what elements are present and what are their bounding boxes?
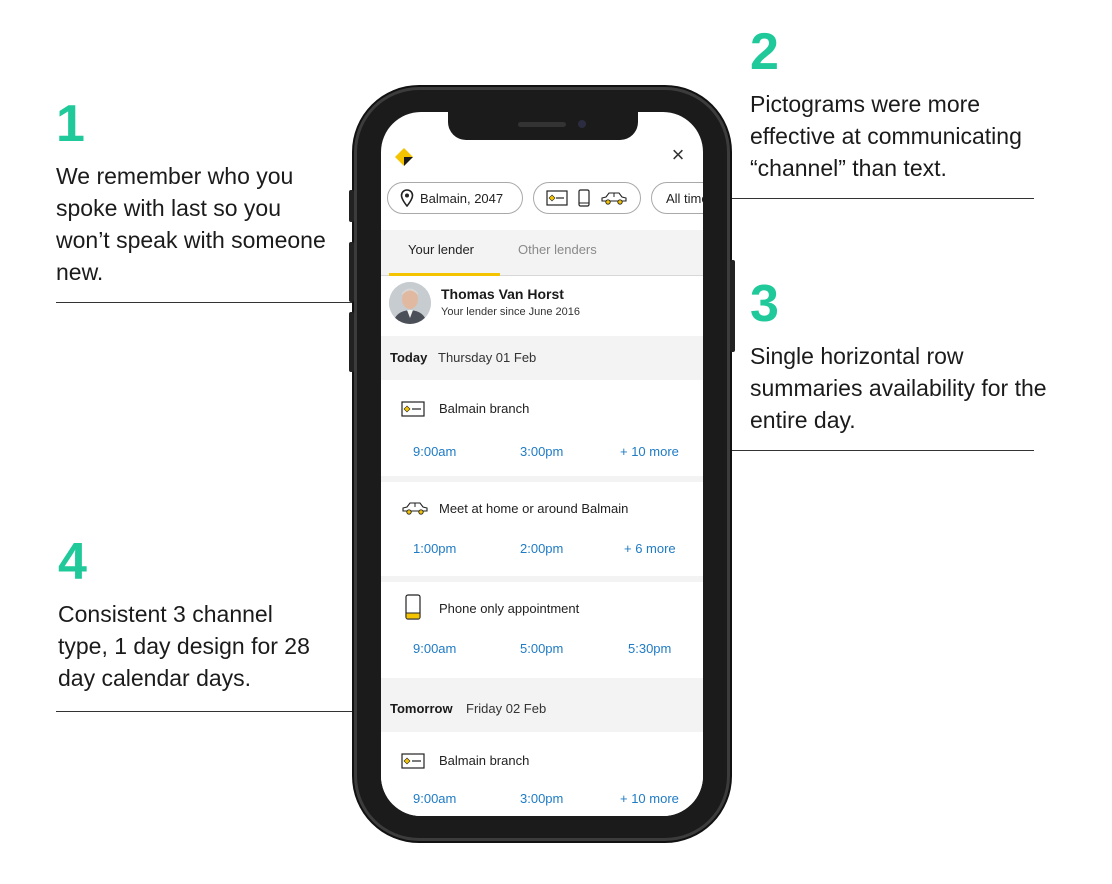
- time-slot[interactable]: 3:00pm: [520, 444, 563, 459]
- lender-info: Thomas Van Horst Your lender since June …: [381, 278, 703, 334]
- app-screen: × Balmain, 2047 All tim Your lender Othe…: [381, 112, 703, 816]
- power-button: [730, 260, 735, 352]
- time-slot[interactable]: 3:00pm: [520, 791, 563, 806]
- more-slots-link[interactable]: + 10 more: [620, 791, 679, 806]
- lender-name: Thomas Van Horst: [441, 286, 564, 302]
- phone-icon: [578, 189, 590, 207]
- filter-bar: Balmain, 2047 All tim: [387, 182, 703, 216]
- day-header-today: Today Thursday 01 Feb: [381, 336, 703, 380]
- card-title: Meet at home or around Balmain: [439, 501, 629, 516]
- annotation-leader-line: [56, 711, 384, 712]
- annotation-leader-line: [56, 302, 359, 303]
- channel-card-branch[interactable]: Balmain branch 9:00am 3:00pm + 10 more: [381, 380, 703, 476]
- brand-logo-icon: [395, 148, 413, 166]
- tab-other-lenders[interactable]: Other lenders: [518, 242, 597, 257]
- annotation-4: 4 Consistent 3 channel type, 1 day desig…: [58, 536, 318, 694]
- close-icon[interactable]: ×: [667, 144, 689, 166]
- card-title: Balmain branch: [439, 753, 530, 768]
- time-slot[interactable]: 9:00am: [413, 791, 456, 806]
- mute-switch: [349, 190, 354, 222]
- phone-frame: × Balmain, 2047 All tim Your lender Othe…: [349, 90, 735, 838]
- annotation-number: 4: [58, 533, 87, 591]
- time-slot[interactable]: 5:00pm: [520, 641, 563, 656]
- lender-since: Your lender since June 2016: [441, 306, 581, 318]
- channel-card-branch[interactable]: Balmain branch 9:00am 3:00pm + 10 more: [381, 732, 703, 816]
- car-icon: [601, 192, 627, 205]
- day-date: Friday 02 Feb: [466, 701, 547, 716]
- tab-your-lender[interactable]: Your lender: [408, 242, 474, 257]
- volume-up-button: [349, 242, 354, 302]
- annotation-1: 1 We remember who you spoke with last so…: [56, 98, 326, 288]
- annotation-text: We remember who you spoke with last so y…: [56, 163, 326, 285]
- channel-card-phone[interactable]: Phone only appointment 9:00am 5:00pm 5:3…: [381, 582, 703, 678]
- card-title: Phone only appointment: [439, 601, 580, 616]
- channel-card-home-visit[interactable]: Meet at home or around Balmain 1:00pm 2:…: [381, 482, 703, 576]
- day-header-tomorrow: Tomorrow Friday 02 Feb: [381, 678, 703, 732]
- time-slot[interactable]: 1:00pm: [413, 541, 456, 556]
- lender-tabs: Your lender Other lenders: [381, 230, 703, 276]
- time-filter-chip[interactable]: All times: [651, 182, 703, 214]
- time-slot[interactable]: 5:30pm: [628, 641, 671, 656]
- camera: [578, 120, 586, 128]
- channel-filter-chip[interactable]: [533, 182, 641, 214]
- annotation-number: 1: [56, 95, 85, 153]
- location-filter-chip[interactable]: Balmain, 2047: [387, 182, 523, 214]
- day-label: Today: [390, 350, 428, 365]
- notch: [448, 112, 638, 140]
- phone-icon: [405, 594, 421, 620]
- volume-down-button: [349, 312, 354, 372]
- branch-icon: [546, 190, 568, 206]
- car-icon: [402, 502, 428, 515]
- annotation-text: Consistent 3 channel type, 1 day design …: [58, 601, 310, 691]
- card-title: Balmain branch: [439, 401, 530, 416]
- annotation-number: 3: [750, 275, 779, 333]
- branch-icon: [401, 753, 425, 769]
- time-slot[interactable]: 9:00am: [413, 444, 456, 459]
- top-bar: ×: [381, 140, 703, 180]
- more-slots-link[interactable]: + 10 more: [620, 444, 679, 459]
- day-date: Thursday 01 Feb: [438, 350, 537, 365]
- time-filter-label: All times: [666, 190, 703, 206]
- annotation-text: Pictograms were more effective at commun…: [750, 91, 1022, 181]
- branch-icon: [401, 401, 425, 417]
- time-slot[interactable]: 9:00am: [413, 641, 456, 656]
- day-label: Tomorrow: [390, 701, 453, 716]
- time-slot[interactable]: 2:00pm: [520, 541, 563, 556]
- active-tab-indicator: [389, 273, 500, 276]
- location-filter-label: Balmain, 2047: [420, 190, 504, 206]
- annotation-2: 2 Pictograms were more effective at comm…: [750, 26, 1070, 184]
- annotation-3: 3 Single horizontal row summaries availa…: [750, 278, 1050, 436]
- annotation-leader-line: [688, 450, 1034, 451]
- annotation-text: Single horizontal row summaries availabi…: [750, 343, 1047, 433]
- more-slots-link[interactable]: + 6 more: [624, 541, 676, 556]
- location-pin-icon: [400, 189, 414, 207]
- speaker: [518, 122, 566, 127]
- annotation-number: 2: [750, 23, 779, 81]
- avatar: [389, 282, 431, 324]
